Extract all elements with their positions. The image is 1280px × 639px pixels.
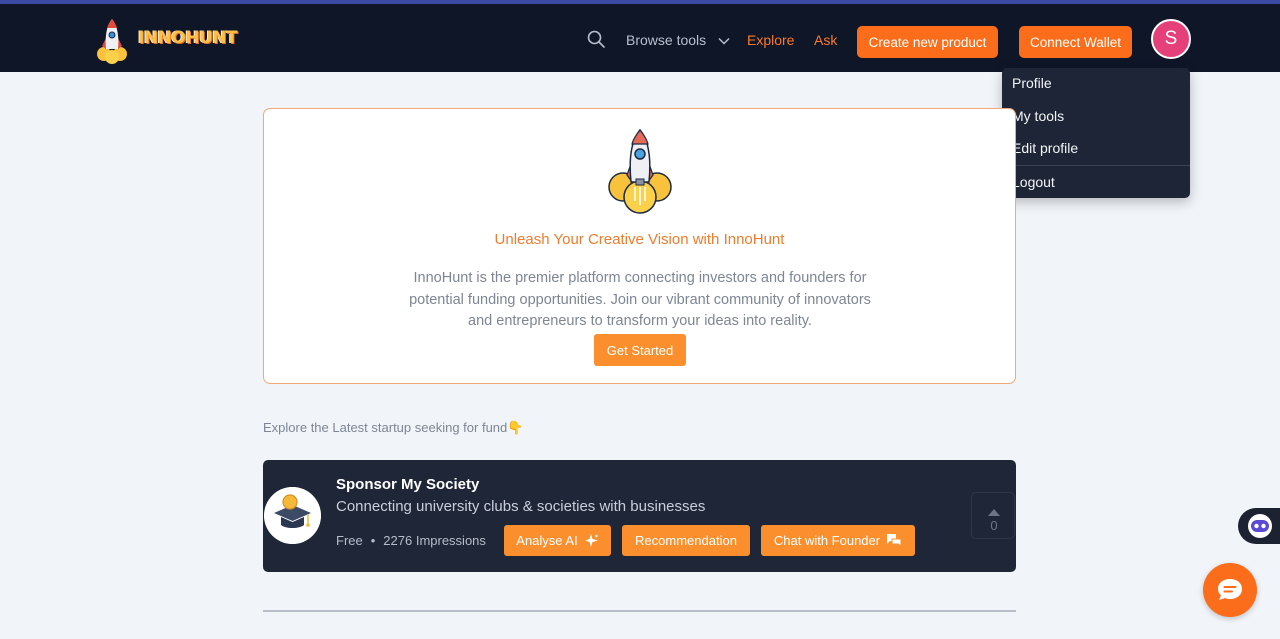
- rocket-illustration-icon: [608, 128, 672, 214]
- user-avatar[interactable]: S: [1151, 19, 1191, 59]
- dropdown-divider: [1002, 165, 1190, 166]
- upvote-button[interactable]: 0: [971, 492, 1015, 539]
- dropdown-item-profile[interactable]: Profile: [1012, 75, 1052, 91]
- chevron-down-icon: [718, 38, 730, 45]
- dropdown-item-my-tools[interactable]: My tools: [1012, 108, 1064, 124]
- create-new-product-button[interactable]: Create new product: [857, 26, 998, 58]
- meta-separator: •: [370, 533, 376, 548]
- connect-wallet-button[interactable]: Connect Wallet: [1019, 26, 1132, 58]
- profile-dropdown-menu: Profile My tools Edit profile Logout: [1002, 68, 1190, 198]
- sparkle-icon: [584, 534, 599, 547]
- chat-with-founder-label: Chat with Founder: [773, 533, 881, 548]
- upvote-count: 0: [990, 518, 998, 533]
- navbar: INNOHUNT Browse tools Explore Ask Create…: [0, 4, 1280, 72]
- product-title[interactable]: Sponsor My Society: [336, 476, 479, 493]
- section-divider: [263, 610, 1016, 612]
- product-subtitle: Connecting university clubs & societies …: [336, 498, 706, 515]
- ai-bot-tab[interactable]: [1238, 508, 1280, 544]
- chat-with-founder-button[interactable]: Chat with Founder: [761, 525, 915, 556]
- product-price: Free: [336, 533, 363, 548]
- product-logo: [264, 487, 321, 544]
- dropdown-item-logout[interactable]: Logout: [1012, 174, 1055, 190]
- search-icon[interactable]: [586, 29, 606, 49]
- rocket-logo-icon[interactable]: [94, 16, 130, 64]
- dropdown-item-edit-profile[interactable]: Edit profile: [1012, 140, 1078, 156]
- hero-card: Unleash Your Creative Vision with InnoHu…: [263, 108, 1016, 384]
- browse-tools-menu[interactable]: Browse tools: [626, 29, 730, 51]
- hero-description: InnoHunt is the premier platform connect…: [409, 270, 871, 329]
- explore-link[interactable]: Explore: [747, 29, 794, 51]
- section-heading: Explore the Latest startup seeking for f…: [263, 420, 524, 435]
- recommendation-button[interactable]: Recommendation: [622, 525, 750, 556]
- product-impressions: 2276 Impressions: [383, 533, 486, 548]
- ask-link[interactable]: Ask: [814, 29, 837, 51]
- chat-bubbles-icon: [887, 534, 902, 547]
- analyse-ai-label: Analyse AI: [516, 533, 578, 548]
- brand-wordmark[interactable]: INNOHUNT: [138, 28, 238, 48]
- robot-face-icon: [1248, 514, 1272, 538]
- product-card[interactable]: Sponsor My Society Connecting university…: [263, 460, 1016, 572]
- chat-icon: [1218, 579, 1242, 600]
- get-started-button[interactable]: Get Started: [594, 334, 686, 366]
- hero-title: Unleash Your Creative Vision with InnoHu…: [494, 231, 785, 248]
- analyse-ai-button[interactable]: Analyse AI: [504, 525, 611, 556]
- support-chat-button[interactable]: [1203, 563, 1257, 617]
- browse-tools-label: Browse tools: [626, 32, 707, 48]
- product-meta: Free • 2276 Impressions: [336, 533, 486, 548]
